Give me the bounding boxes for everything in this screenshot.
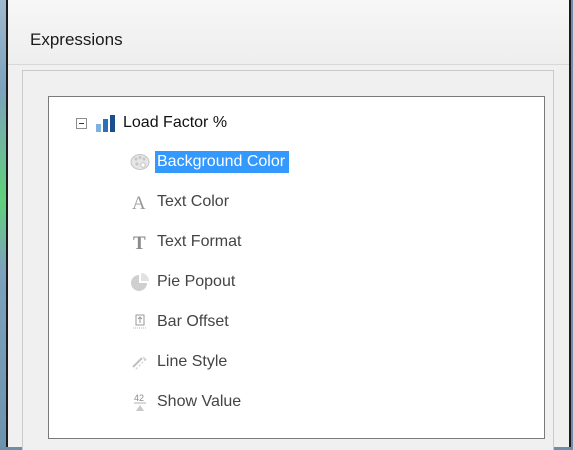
svg-text:42: 42 <box>134 393 144 403</box>
bar-offset-icon <box>130 312 150 332</box>
expressions-tree[interactable] <box>48 96 545 439</box>
tree-item-label: Text Format <box>157 233 242 250</box>
tree-item-text-color[interactable]: A Text Color <box>130 190 233 214</box>
tree-item-bar-offset[interactable]: Bar Offset <box>130 310 233 334</box>
tree-item-label: Show Value <box>157 393 242 410</box>
bar-chart-icon <box>96 115 115 132</box>
pie-popout-icon <box>130 272 150 292</box>
dialog-title-bar: Expressions <box>8 0 569 65</box>
tree-root-node[interactable]: Load Factor % <box>76 113 227 133</box>
tree-item-label: Text Color <box>157 193 230 210</box>
collapse-toggle-icon[interactable] <box>76 117 87 129</box>
tree-item-label: Line Style <box>157 353 228 370</box>
tree-item-line-style[interactable]: Line Style <box>130 350 231 374</box>
palette-icon <box>130 152 150 172</box>
line-style-icon <box>130 352 150 372</box>
dialog-title: Expressions <box>30 30 123 49</box>
tree-item-pie-popout[interactable]: Pie Popout <box>130 270 239 294</box>
text-color-icon: A <box>130 192 150 212</box>
tree-item-text-format[interactable]: T Text Format <box>130 230 245 254</box>
tree-root-label: Load Factor % <box>123 114 228 131</box>
tree-item-show-value[interactable]: 42 Show Value <box>130 390 245 414</box>
tree-item-label: Bar Offset <box>157 313 229 330</box>
tree-item-label: Background Color <box>155 151 290 173</box>
show-value-icon: 42 <box>130 392 150 412</box>
text-format-icon: T <box>130 232 150 252</box>
tree-item-background-color[interactable]: Background Color <box>130 150 290 174</box>
svg-text:T: T <box>133 233 146 252</box>
tree-item-label: Pie Popout <box>157 273 236 290</box>
svg-text:A: A <box>132 193 146 212</box>
